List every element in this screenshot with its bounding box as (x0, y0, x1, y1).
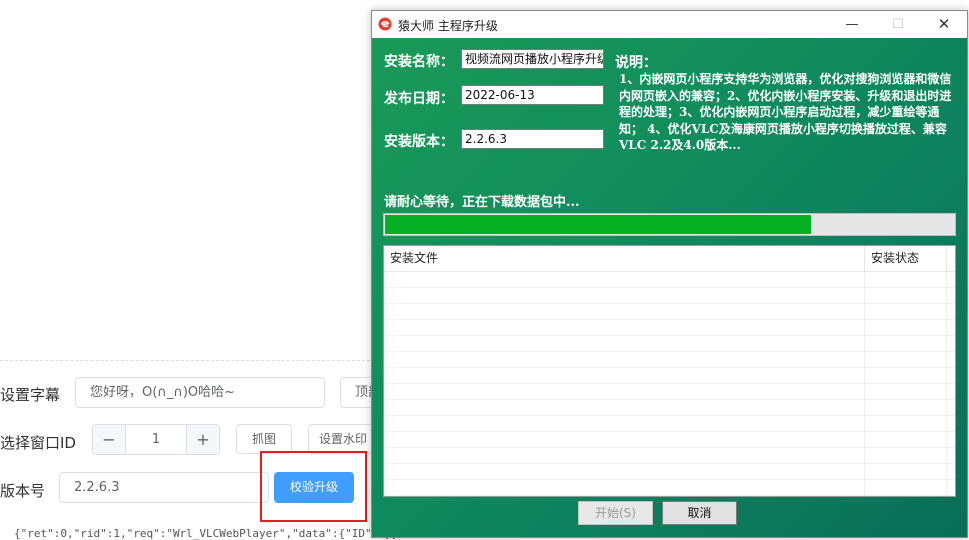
close-icon[interactable]: ✕ (921, 11, 967, 38)
list-row (384, 336, 955, 352)
stepper-plus-button[interactable]: + (186, 425, 219, 454)
list-row (384, 464, 955, 480)
list-row (384, 384, 955, 400)
install-version-field[interactable]: 2.2.6.3 (461, 129, 604, 149)
list-row (384, 368, 955, 384)
list-row (384, 480, 955, 496)
window-title: 猿大师 主程序升级 (398, 19, 498, 33)
window-id-label: 选择窗口ID (0, 434, 76, 452)
subtitle-input[interactable]: 您好呀，O(∩_∩)O哈哈~ (75, 377, 325, 408)
installer-window: 猿大师 主程序升级 — ☐ ✕ 安装名称： 视频流网页播放小程序升级 发布日期：… (371, 10, 968, 538)
list-row (384, 288, 955, 304)
list-row (384, 272, 955, 288)
json-response: {"ret":0,"rid":1,"req":"Wrl_VLCWebPlayer… (14, 527, 399, 540)
list-header: 安装文件 安装状态 (384, 246, 955, 272)
installer-body: 安装名称： 视频流网页播放小程序升级 发布日期： 2022-06-13 安装版本… (372, 38, 967, 537)
release-date-field[interactable]: 2022-06-13 (461, 85, 604, 105)
list-row (384, 304, 955, 320)
progress-fill (385, 215, 812, 234)
highlight-box (260, 451, 367, 522)
stepper-minus-button[interactable]: − (93, 425, 126, 454)
install-file-list[interactable]: 安装文件 安装状态 (383, 245, 956, 497)
install-name-label: 安装名称： (384, 54, 454, 70)
title-bar[interactable]: 猿大师 主程序升级 — ☐ ✕ (372, 11, 967, 38)
section-divider (0, 360, 380, 361)
download-status-text: 请耐心等待，正在下载数据包中... (384, 195, 580, 210)
version-label: 版本号 (0, 482, 46, 500)
install-version-label: 安装版本： (384, 134, 454, 150)
list-row (384, 448, 955, 464)
app-logo-icon (378, 17, 392, 31)
watermark-button[interactable]: 设置水印 (308, 424, 378, 454)
stepper-value[interactable]: 1 (126, 425, 186, 454)
download-progress-bar (383, 213, 956, 236)
list-row (384, 432, 955, 448)
release-date-label: 发布日期： (384, 91, 454, 107)
minimize-icon[interactable]: — (829, 11, 875, 38)
list-row (384, 352, 955, 368)
column-header-file[interactable]: 安装文件 (384, 246, 865, 271)
list-row (384, 400, 955, 416)
version-input[interactable]: 2.2.6.3 (59, 472, 269, 503)
capture-button[interactable]: 抓图 (236, 424, 292, 454)
description-label: 说明： (615, 55, 657, 71)
column-header-status[interactable]: 安装状态 (865, 246, 947, 271)
description-text: 1、内嵌网页小程序支持华为浏览器，优化对搜狗浏览器和微信内网页嵌入的兼容；2、优… (619, 72, 952, 152)
install-name-field[interactable]: 视频流网页播放小程序升级 (461, 49, 604, 69)
cancel-button[interactable]: 取消 (662, 501, 737, 525)
subtitle-label: 设置字幕 (0, 386, 61, 404)
maximize-icon[interactable]: ☐ (875, 11, 921, 38)
window-id-stepper[interactable]: − 1 + (92, 424, 220, 455)
start-button[interactable]: 开始(S) (578, 501, 653, 525)
list-row (384, 416, 955, 432)
list-row (384, 320, 955, 336)
